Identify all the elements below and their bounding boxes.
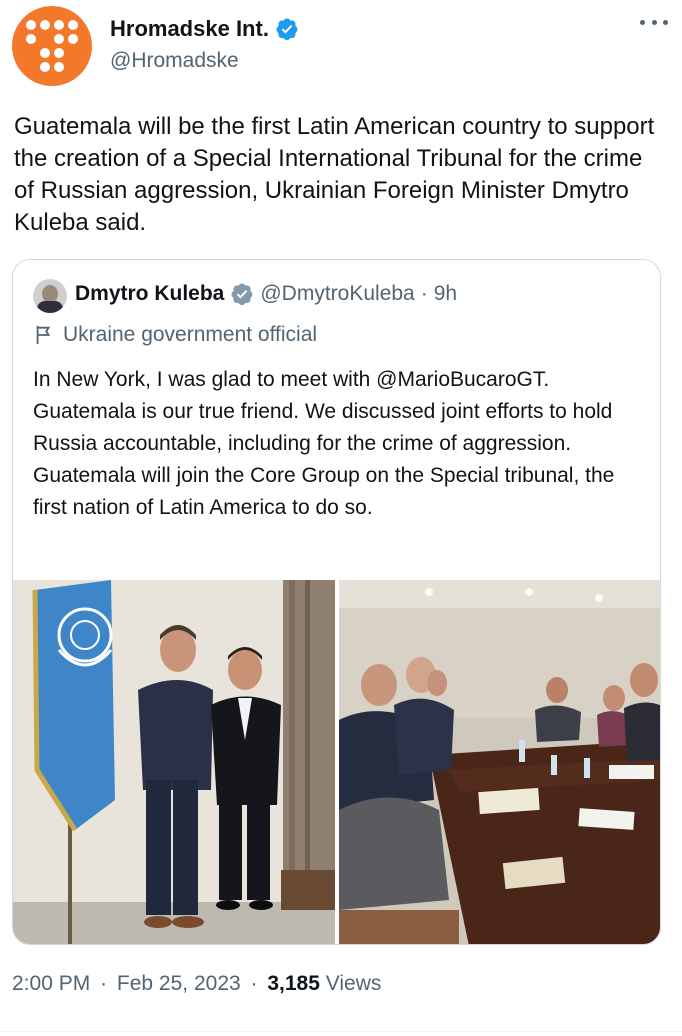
- more-icon[interactable]: [640, 20, 668, 30]
- quoted-author-avatar[interactable]: [33, 279, 67, 313]
- quoted-author-name[interactable]: Dmytro Kuleba: [75, 282, 224, 306]
- views-label[interactable]: Views: [326, 972, 382, 995]
- tweet-text: Guatemala will be the first Latin Americ…: [14, 113, 655, 236]
- photo-meeting[interactable]: [339, 580, 660, 944]
- tweet-header: Hromadske Int. @Hromadske: [12, 6, 672, 86]
- separator: ·: [250, 972, 258, 995]
- hromadske-logo: [26, 20, 78, 72]
- author-display-name[interactable]: Hromadske Int.: [110, 16, 269, 42]
- photo-meeting-image: [339, 580, 660, 944]
- tweet-time[interactable]: 2:00 PM: [12, 972, 90, 995]
- affiliation-label[interactable]: Ukraine government official: [33, 323, 317, 347]
- author-handle[interactable]: @Hromadske: [110, 49, 239, 73]
- quoted-tweet-media[interactable]: [13, 580, 660, 944]
- divider: [0, 1031, 682, 1032]
- separator: ·: [100, 972, 108, 995]
- photo-handshake-image: [13, 580, 335, 944]
- quoted-author-handle[interactable]: @DmytroKuleba: [260, 282, 414, 306]
- photo-handshake[interactable]: [13, 580, 335, 944]
- quoted-tweet-text: In New York, I was glad to meet with @Ma…: [33, 368, 615, 519]
- quoted-tweet-age[interactable]: 9h: [434, 282, 457, 306]
- government-verified-badge-icon: [231, 283, 253, 305]
- affiliation-text: Ukraine government official: [63, 323, 318, 346]
- government-flag-icon: [36, 325, 51, 345]
- quoted-tweet-card[interactable]: Dmytro Kuleba @DmytroKuleba · 9h Ukraine…: [12, 259, 661, 945]
- tweet-footer: 2:00 PM · Feb 25, 2023 · 3,185 Views: [12, 972, 381, 996]
- separator: ·: [420, 282, 428, 305]
- author-avatar[interactable]: [12, 6, 92, 86]
- tweet-date[interactable]: Feb 25, 2023: [117, 972, 241, 995]
- author-name-row: Hromadske Int.: [110, 16, 299, 42]
- views-count[interactable]: 3,185: [267, 972, 320, 995]
- quoted-author-row: Dmytro Kuleba @DmytroKuleba · 9h: [75, 282, 457, 306]
- verified-badge-icon: [276, 18, 298, 40]
